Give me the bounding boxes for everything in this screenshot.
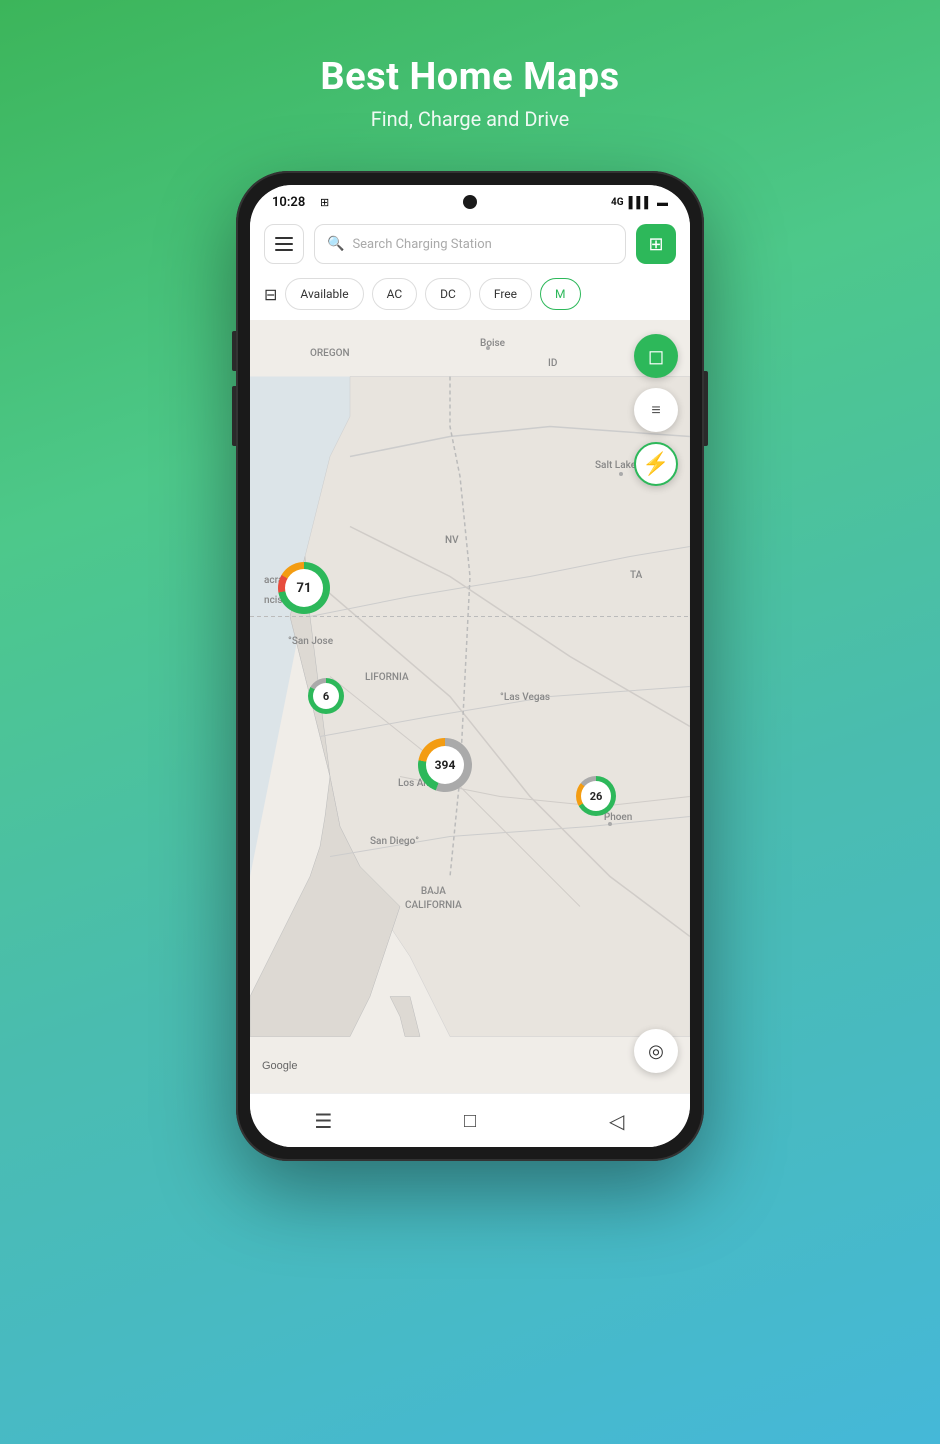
filter-chip-m[interactable]: M: [540, 278, 580, 310]
cluster-26[interactable]: 26: [576, 776, 616, 816]
cluster-71-num: 71: [297, 581, 312, 596]
nav-home-button[interactable]: □: [440, 1103, 500, 1139]
nav-bar: ☰ □ ◁: [250, 1093, 690, 1147]
list-view-button[interactable]: ≡: [634, 388, 678, 432]
filter-tune-icon: ⊟: [264, 285, 277, 304]
qr-icon: ⊞: [648, 234, 663, 255]
nav-home-icon: □: [464, 1108, 476, 1133]
nav-menu-icon: ☰: [314, 1109, 332, 1133]
battery-icon: ▬: [657, 196, 668, 209]
filter-chip-ac[interactable]: AC: [372, 278, 418, 310]
qr-button[interactable]: ⊞: [636, 224, 676, 264]
status-camera: [463, 195, 477, 209]
nav-back-icon: ◁: [609, 1109, 624, 1133]
cluster-6[interactable]: 6: [308, 678, 344, 714]
search-area: 🔍 Search Charging Station ⊞: [250, 216, 690, 272]
nav-back-button[interactable]: ◁: [587, 1103, 647, 1139]
search-input[interactable]: 🔍 Search Charging Station: [314, 224, 626, 264]
menu-button[interactable]: [264, 224, 304, 264]
status-bar: 10:28 ⊞ 4G ▌▌▌ ▬: [250, 185, 690, 216]
charge-icon: ⚡: [642, 452, 669, 477]
signal-icon: ▌▌▌: [629, 196, 652, 209]
list-icon: ≡: [651, 402, 660, 418]
search-icon: 🔍: [327, 236, 344, 252]
charge-button[interactable]: ⚡: [634, 442, 678, 486]
phone-screen: 10:28 ⊞ 4G ▌▌▌ ▬ 🔍 Search Charging Stati…: [250, 185, 690, 1147]
cluster-6-num: 6: [323, 690, 329, 703]
status-time: 10:28: [272, 195, 305, 210]
filter-bar: ⊟ Available AC DC Free M: [250, 272, 690, 320]
status-icons: 4G ▌▌▌ ▬: [611, 196, 668, 209]
filter-chip-available[interactable]: Available: [285, 278, 363, 310]
nav-menu-button[interactable]: ☰: [293, 1103, 353, 1139]
hamburger-icon: [275, 237, 293, 251]
network-icon: 4G: [611, 197, 624, 208]
cluster-26-num: 26: [590, 790, 603, 803]
filter-chip-dc[interactable]: DC: [425, 278, 471, 310]
fab-container: ◻ ≡ ⚡: [634, 334, 678, 486]
page-title: Best Home Maps: [320, 55, 619, 99]
cluster-71[interactable]: 71: [278, 562, 330, 614]
cluster-394-num: 394: [435, 758, 456, 772]
cluster-394[interactable]: 394: [418, 738, 472, 792]
status-teams-icon: ⊞: [320, 196, 329, 209]
filter-chip-free[interactable]: Free: [479, 278, 532, 310]
search-placeholder-text: Search Charging Station: [352, 237, 491, 252]
map-area: OREGON ID NV LIFORNIA BAJACALIFORNIA Sal…: [250, 320, 690, 1093]
map-view-icon: ◻: [648, 344, 665, 368]
location-icon: ◎: [648, 1041, 664, 1062]
map-view-button[interactable]: ◻: [634, 334, 678, 378]
phone-frame: 10:28 ⊞ 4G ▌▌▌ ▬ 🔍 Search Charging Stati…: [236, 171, 704, 1161]
location-button[interactable]: ◎: [634, 1029, 678, 1073]
page-header: Best Home Maps Find, Charge and Drive: [320, 0, 619, 161]
page-subtitle: Find, Charge and Drive: [320, 107, 619, 131]
